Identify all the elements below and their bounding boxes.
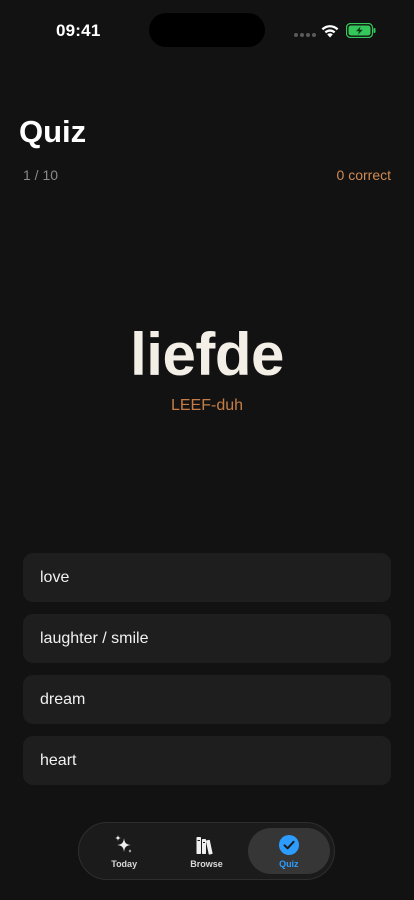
answer-options: love laughter / smile dream heart [23, 553, 391, 785]
question-progress: 1 / 10 [23, 167, 59, 183]
answer-option-dream[interactable]: dream [23, 675, 391, 724]
books-icon [196, 836, 214, 855]
battery-charging-icon [346, 23, 376, 38]
tab-bar: Today Browse Quiz [78, 822, 335, 880]
tab-browse-label: Browse [190, 858, 223, 869]
cellular-signal-icon [294, 33, 316, 37]
status-time: 09:41 [56, 21, 101, 40]
quiz-word: liefde [130, 321, 284, 388]
answer-option-love[interactable]: love [23, 553, 391, 602]
tab-quiz[interactable]: Quiz [247, 828, 330, 874]
page-title: Quiz [19, 114, 87, 149]
tab-browse[interactable]: Browse [165, 828, 247, 874]
status-bar: 09:41 [0, 0, 414, 60]
answer-option-heart[interactable]: heart [23, 736, 391, 785]
answer-option-laughter-smile[interactable]: laughter / smile [23, 614, 391, 663]
tab-today-label: Today [111, 858, 138, 869]
pronunciation: LEEF-duh [170, 397, 244, 414]
checkmark-circle-icon [278, 834, 299, 855]
wifi-icon [321, 25, 339, 38]
tab-today[interactable]: Today [83, 828, 165, 874]
sparkles-icon [115, 834, 133, 853]
dynamic-island [149, 13, 265, 47]
correct-count: 0 correct [336, 167, 391, 183]
tab-quiz-label: Quiz [279, 858, 299, 869]
